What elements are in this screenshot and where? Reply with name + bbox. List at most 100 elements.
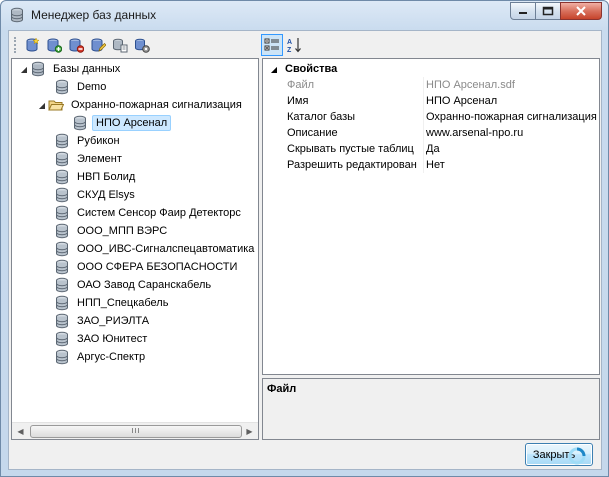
tree-item[interactable]: НПО Арсенал: [72, 114, 172, 132]
db-new-icon: [47, 38, 62, 53]
database-icon: [32, 61, 44, 77]
caption-buttons: [510, 2, 602, 20]
tree-item-label: Аргус-Спектр: [77, 351, 146, 363]
tree-item-label: ЗАО Юнитест: [77, 333, 148, 345]
horizontal-scrollbar[interactable]: ◀ III ▶: [12, 422, 258, 439]
property-row[interactable]: Скрывать пустые таблиц Да: [263, 141, 599, 157]
tree-item[interactable]: Аргус-Спектр: [54, 348, 148, 366]
new-database-button[interactable]: [43, 34, 65, 56]
edit-database-button[interactable]: [87, 34, 109, 56]
tree-item[interactable]: ООО СФЕРА БЕЗОПАСНОСТИ: [54, 258, 240, 276]
toolbar-grip[interactable]: [14, 37, 17, 53]
open-folder-icon: [48, 100, 64, 111]
tree-item-label: ООО СФЕРА БЕЗОПАСНОСТИ: [77, 261, 238, 273]
tree-item-label: НПО Арсенал: [92, 115, 172, 131]
tree-item-label: НПП_Спецкабель: [77, 297, 169, 309]
database-icon: [56, 331, 68, 347]
window-title: Менеджер баз данных: [31, 8, 157, 22]
tree-item-label: ООО_ИВС-Сигналспецавтоматика: [77, 243, 255, 255]
tree-item[interactable]: ЗАО_РИЭЛТА: [54, 312, 152, 330]
database-icon: [56, 169, 68, 185]
property-name: Описание: [287, 127, 338, 139]
title-bar[interactable]: Менеджер баз данных: [1, 1, 608, 29]
property-name: Файл: [287, 79, 315, 91]
tree-item[interactable]: Элемент: [54, 150, 125, 168]
tree-item[interactable]: ОАО Завод Саранскабель: [54, 276, 214, 294]
categorized-view-button[interactable]: [261, 34, 283, 56]
add-database-button[interactable]: [21, 34, 43, 56]
property-grid[interactable]: ◢ Свойства Файл НПО Арсенал.sdf Имя НПО Арс…: [262, 58, 600, 375]
db-delete-icon: [69, 38, 84, 53]
tree-root[interactable]: ◢ Базы данных: [18, 60, 123, 78]
database-icon: [56, 79, 68, 95]
tree-item[interactable]: ООО_ИВС-Сигналспецавтоматика: [54, 240, 257, 258]
database-icon: [11, 7, 23, 23]
minimize-button[interactable]: [510, 2, 536, 20]
maximize-button[interactable]: [535, 2, 561, 20]
scroll-left-button[interactable]: ◀: [12, 423, 29, 439]
collapse-icon[interactable]: ◢: [18, 60, 30, 78]
tree-item-label: НВП Болид: [77, 171, 136, 183]
alphabetical-view-button[interactable]: A Z: [283, 34, 305, 56]
svg-text:A: A: [287, 39, 292, 46]
tree-item[interactable]: ЗАО Юнитест: [54, 330, 150, 348]
database-settings-button[interactable]: [131, 34, 153, 56]
tree-item[interactable]: НВП Болид: [54, 168, 138, 186]
database-icon: [56, 277, 68, 293]
delete-database-button[interactable]: [65, 34, 87, 56]
property-value[interactable]: НПО Арсенал: [426, 95, 497, 107]
tree-item-label: Demo: [77, 81, 107, 93]
database-tree[interactable]: ◢ Базы данных Demo ◢ Охранно-пожарная сигн…: [11, 58, 259, 440]
property-name: Имя: [287, 95, 309, 107]
tree-item-label: Охранно-пожарная сигнализация: [71, 99, 242, 111]
busy-cursor-icon: [568, 447, 586, 465]
property-value[interactable]: Да: [426, 143, 440, 155]
tree-item[interactable]: ООО_МПП ВЭРС: [54, 222, 170, 240]
property-grid-toolbar: A Z: [261, 34, 305, 56]
property-name: Разрешить редактирован: [287, 159, 417, 171]
copy-database-button[interactable]: [109, 34, 131, 56]
close-icon: [576, 6, 586, 16]
database-icon: [56, 295, 68, 311]
property-row[interactable]: Каталог базы Охранно-пожарная сигнализаци…: [263, 109, 599, 125]
property-category[interactable]: ◢ Свойства: [263, 61, 337, 77]
scroll-thumb-grip: III: [131, 428, 141, 435]
property-value[interactable]: Нет: [426, 159, 445, 171]
database-icon: [56, 241, 68, 257]
tree-item[interactable]: Demo: [54, 78, 109, 96]
database-icon: [56, 187, 68, 203]
tree-item-label: ЗАО_РИЭЛТА: [77, 315, 150, 327]
collapse-icon[interactable]: ◢: [263, 65, 285, 74]
tree-item[interactable]: СКУД Elsys: [54, 186, 138, 204]
collapse-icon[interactable]: ◢: [36, 96, 48, 114]
sort-alphabetical-icon: A Z: [287, 38, 301, 53]
database-icon: [74, 115, 86, 131]
property-value[interactable]: Охранно-пожарная сигнализация: [426, 111, 597, 123]
property-row[interactable]: Описание www.arsenal-npo.ru: [263, 125, 599, 141]
property-row[interactable]: Файл НПО Арсенал.sdf: [263, 77, 599, 93]
tree-item-label: СКУД Elsys: [77, 189, 135, 201]
tree-item[interactable]: Систем Сенсор Фаир Детекторс: [54, 204, 244, 222]
close-window-button[interactable]: [560, 2, 602, 20]
tree-folder-item[interactable]: ◢ Охранно-пожарная сигнализация: [36, 96, 245, 114]
db-settings-icon: [135, 38, 150, 53]
database-icon: [56, 313, 68, 329]
scroll-thumb[interactable]: III: [30, 425, 242, 438]
database-icon: [56, 133, 68, 149]
property-value[interactable]: www.arsenal-npo.ru: [426, 127, 523, 139]
maximize-icon: [542, 6, 554, 16]
database-icon: [56, 259, 68, 275]
tree-item-label: ООО_МПП ВЭРС: [77, 225, 168, 237]
categorized-icon: [264, 38, 279, 51]
property-row[interactable]: Разрешить редактирован Нет: [263, 157, 599, 173]
database-toolbar: [12, 34, 153, 56]
property-row[interactable]: Имя НПО Арсенал: [263, 93, 599, 109]
description-title: Файл: [267, 383, 297, 395]
database-icon: [56, 151, 68, 167]
property-name: Скрывать пустые таблиц: [287, 143, 414, 155]
tree-item[interactable]: Рубикон: [54, 132, 123, 150]
tree-item[interactable]: НПП_Спецкабель: [54, 294, 171, 312]
property-name: Каталог базы: [287, 111, 356, 123]
scroll-right-button[interactable]: ▶: [241, 423, 258, 439]
database-icon: [56, 205, 68, 221]
